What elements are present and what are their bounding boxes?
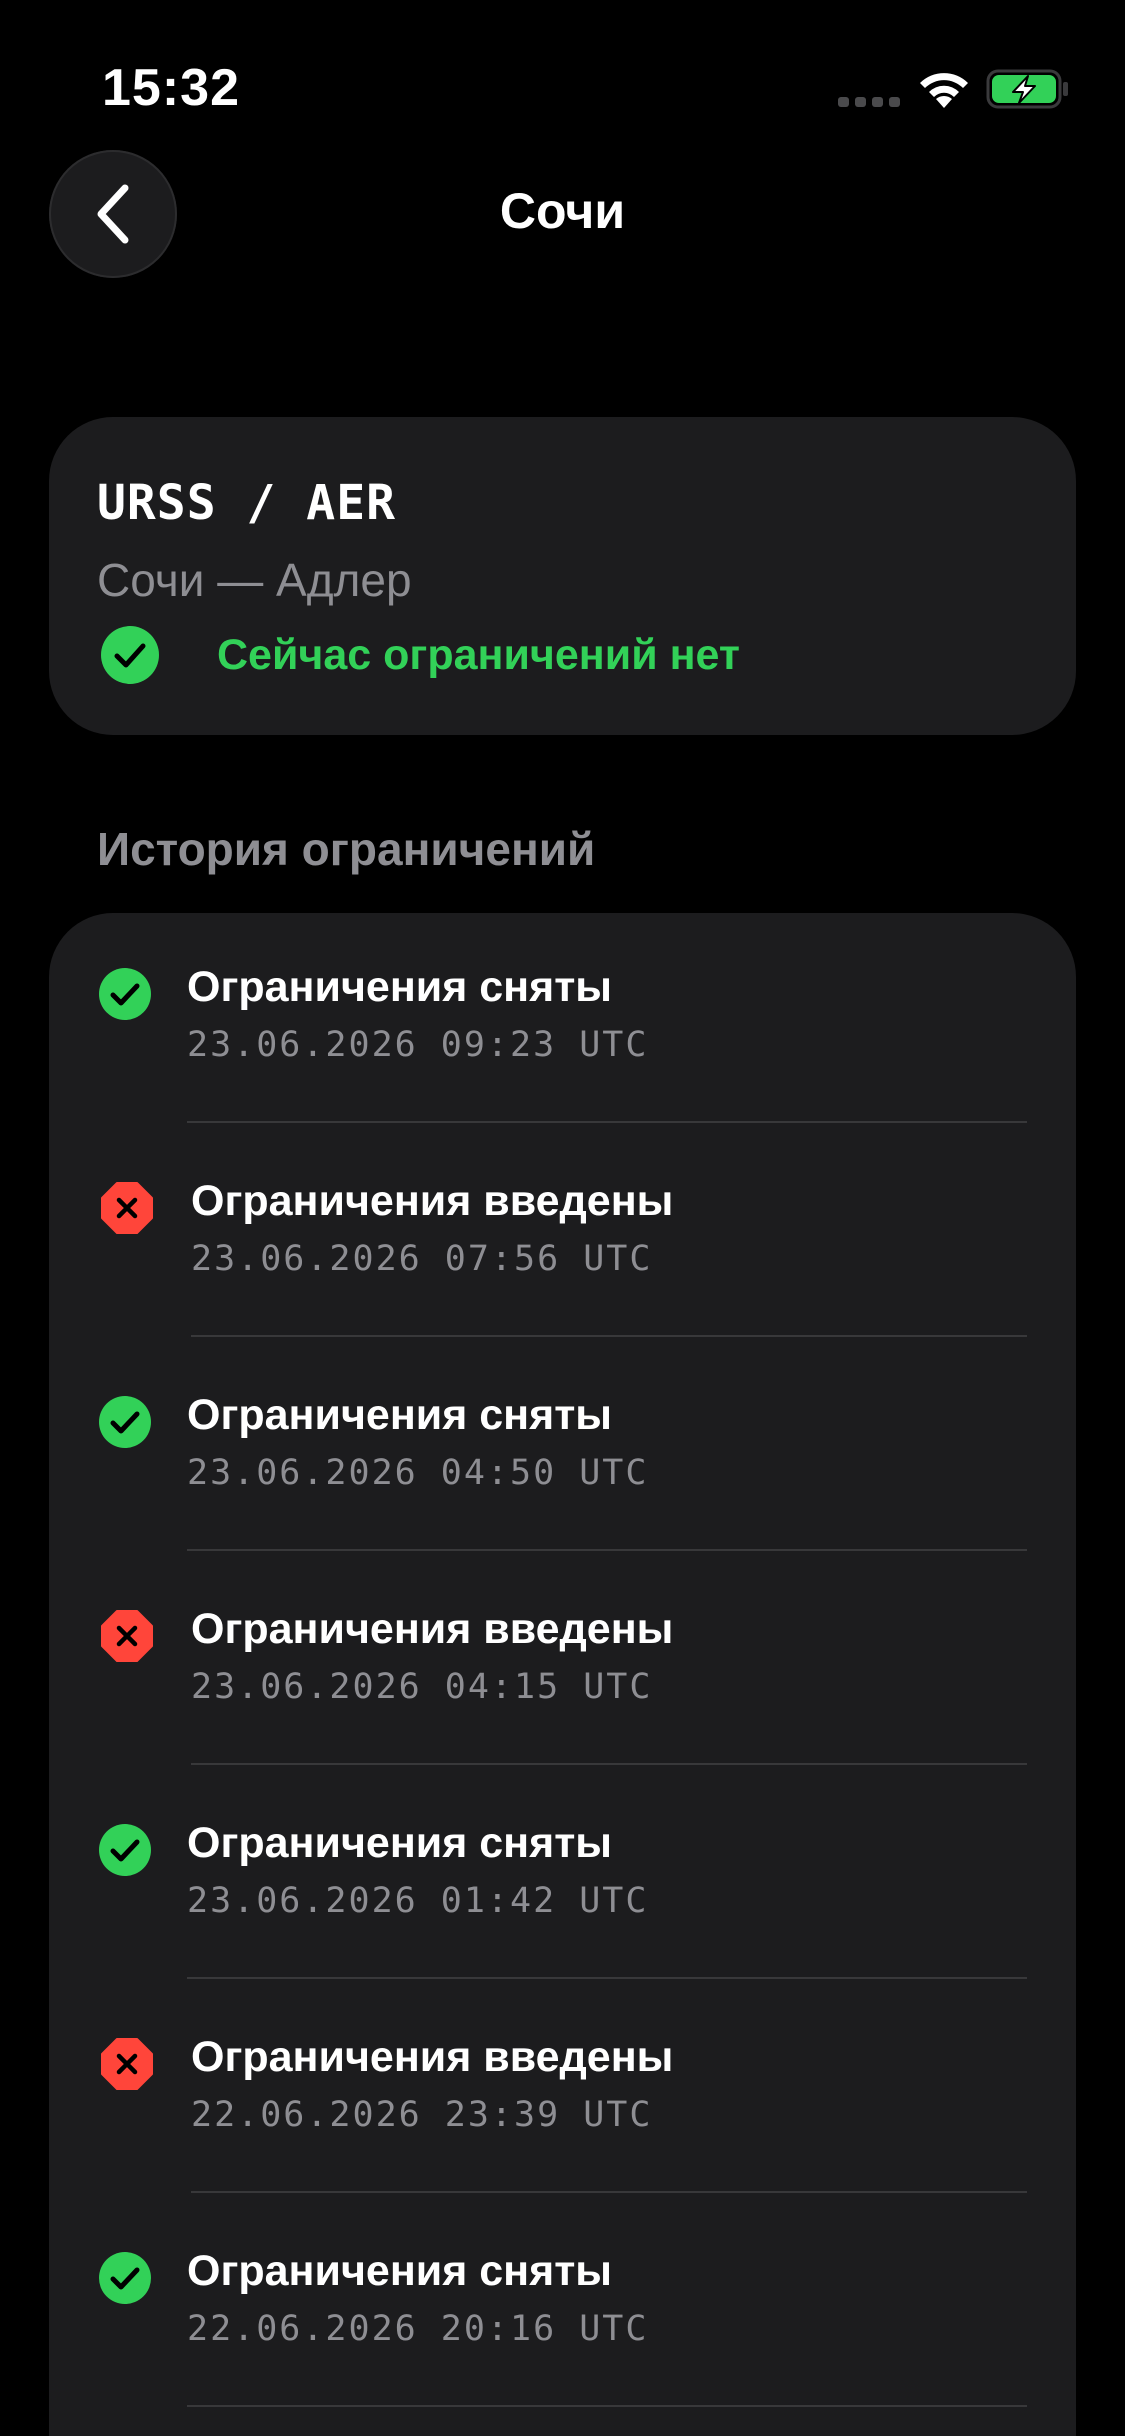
history-item-title: Ограничения сняты bbox=[187, 2247, 613, 2295]
checkmark-circle-icon bbox=[99, 1396, 151, 1448]
checkmark-circle-icon bbox=[99, 1824, 151, 1876]
history-item-title: Ограничения сняты bbox=[187, 1819, 613, 1867]
history-item: Ограничения сняты 22.06.2026 20:16 UTC bbox=[49, 2197, 1076, 2411]
history-item-title: Ограничения сняты bbox=[187, 963, 613, 1011]
divider bbox=[187, 1977, 1027, 1979]
history-item: Ограничения сняты 23.06.2026 09:23 UTC bbox=[49, 913, 1076, 1127]
current-status: Сейчас ограничений нет bbox=[101, 625, 740, 685]
battery-charging-icon bbox=[986, 69, 1068, 109]
history-item: Ограничения введены 22.06.2026 23:39 UTC bbox=[49, 1983, 1076, 2197]
cellular-signal-icon bbox=[838, 97, 900, 107]
history-item-timestamp: 23.06.2026 07:56 UTC bbox=[191, 1239, 653, 1279]
status-bar: 15:32 bbox=[0, 0, 1125, 170]
divider bbox=[187, 1549, 1027, 1551]
history-item-timestamp: 23.06.2026 04:15 UTC bbox=[191, 1667, 653, 1707]
checkmark-circle-icon bbox=[101, 626, 159, 684]
status-time: 15:32 bbox=[102, 59, 240, 117]
airport-code: URSS / AER bbox=[97, 475, 396, 531]
history-item-title: Ограничения сняты bbox=[187, 1391, 613, 1439]
wifi-icon bbox=[920, 73, 968, 108]
current-status-label: Сейчас ограничений нет bbox=[217, 630, 740, 679]
history-item-title: Ограничения введены bbox=[191, 1177, 674, 1225]
x-octagon-icon bbox=[101, 1182, 153, 1234]
history-item: Ограничения сняты 23.06.2026 01:42 UTC bbox=[49, 1769, 1076, 1983]
divider bbox=[187, 1121, 1027, 1123]
checkmark-circle-icon bbox=[99, 968, 151, 1020]
history-item: Ограничения введены 23.06.2026 07:56 UTC bbox=[49, 1127, 1076, 1341]
divider bbox=[187, 2405, 1027, 2407]
history-item-timestamp: 23.06.2026 09:23 UTC bbox=[187, 1025, 649, 1065]
x-octagon-icon bbox=[101, 1610, 153, 1662]
history-item: Ограничения введены 23.06.2026 04:15 UTC bbox=[49, 1555, 1076, 1769]
airport-name: Сочи — Адлер bbox=[97, 554, 412, 606]
history-item-title: Ограничения введены bbox=[191, 2033, 674, 2081]
airport-info-card: URSS / AER Сочи — Адлер Сейчас ограничен… bbox=[49, 417, 1076, 735]
x-octagon-icon bbox=[101, 2038, 153, 2090]
divider bbox=[191, 1763, 1027, 1765]
history-item-timestamp: 23.06.2026 04:50 UTC bbox=[187, 1453, 649, 1493]
divider bbox=[191, 2191, 1027, 2193]
section-title-history: История ограничений bbox=[97, 823, 596, 875]
history-item-timestamp: 23.06.2026 01:42 UTC bbox=[187, 1881, 649, 1921]
history-item: Ограничения сняты 23.06.2026 04:50 UTC bbox=[49, 1341, 1076, 1555]
restrictions-history-list: Ограничения сняты 23.06.2026 09:23 UTC Огр… bbox=[49, 913, 1076, 2436]
page-title: Сочи bbox=[499, 183, 626, 239]
checkmark-circle-icon bbox=[99, 2252, 151, 2304]
history-item-title: Ограничения введены bbox=[191, 1605, 674, 1653]
history-item-timestamp: 22.06.2026 23:39 UTC bbox=[191, 2095, 653, 2135]
history-item-timestamp: 22.06.2026 20:16 UTC bbox=[187, 2309, 649, 2349]
divider bbox=[191, 1335, 1027, 1337]
